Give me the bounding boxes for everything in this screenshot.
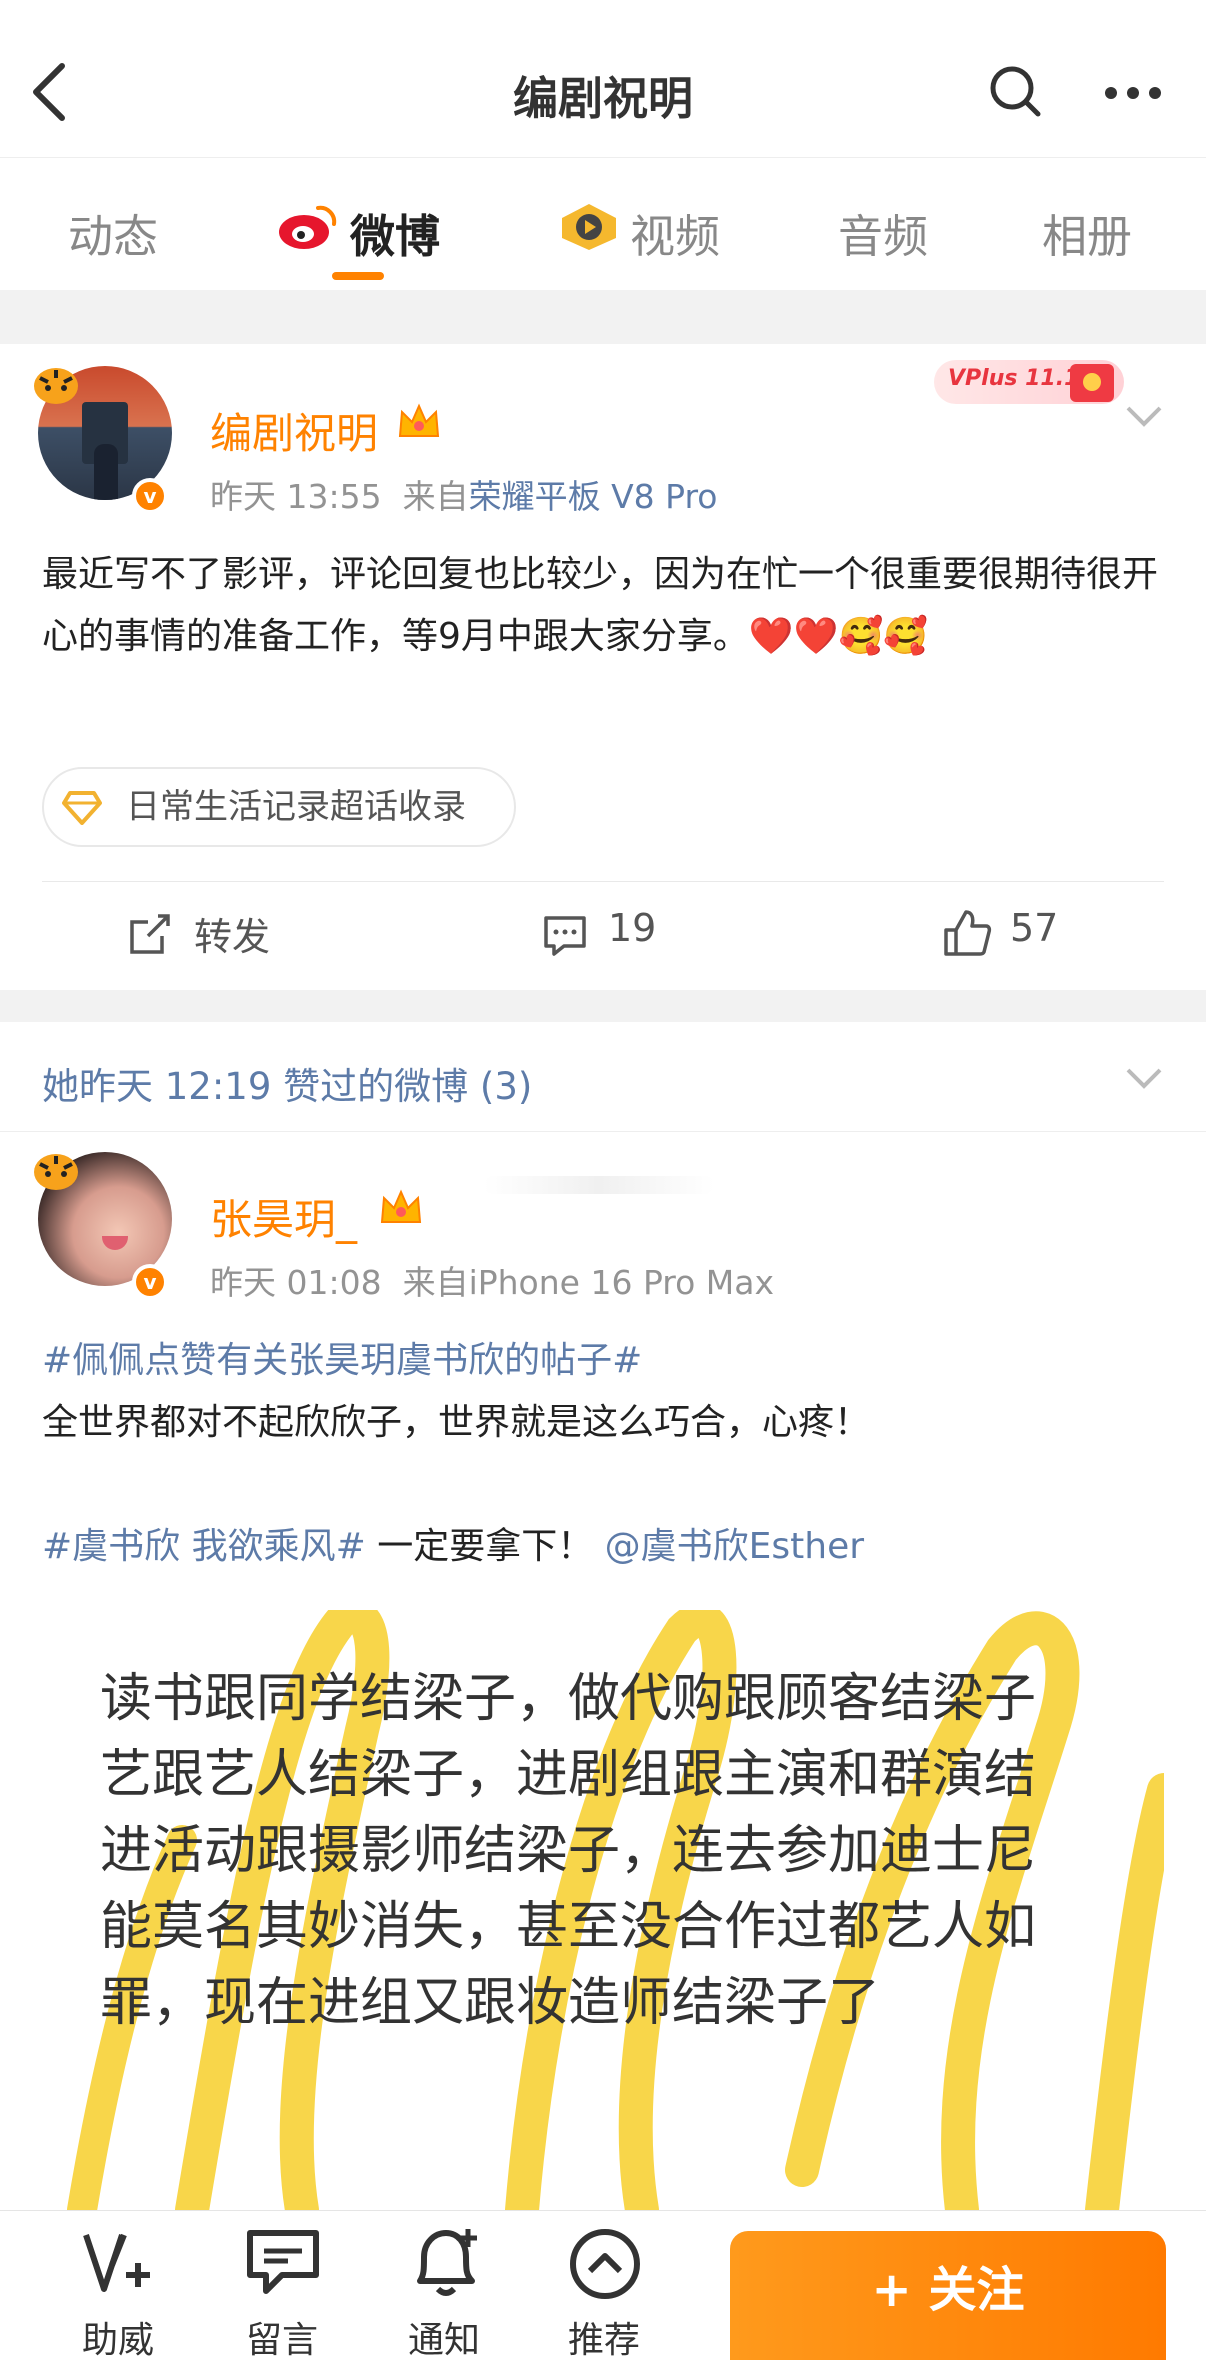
post-text: #佩佩点赞有关张昊玥虞书欣的帖子# 全世界都对不起欣欣子，世界就是这么巧合，心疼… xyxy=(42,1330,1164,1578)
comment-icon xyxy=(544,916,586,956)
tab-album[interactable]: 相册 xyxy=(1042,200,1132,265)
tiger-pendant-icon xyxy=(34,1154,78,1190)
like-button[interactable]: 57 xyxy=(942,904,1102,964)
liked-posts-header[interactable]: 她昨天 12:19 赞过的微博 (3) xyxy=(0,1022,1206,1132)
image-text-line: 进活动跟摄影师结梁子，连去参加迪士尼 xyxy=(100,1821,1037,1881)
repost-icon xyxy=(130,914,170,954)
supertopic-tag[interactable]: 日常生活记录超话收录 xyxy=(42,767,516,847)
video-icon xyxy=(562,204,616,250)
post-text: 最近写不了影评，评论回复也比较少，因为在忙一个很重要很期待很开心的事情的准备工作… xyxy=(42,554,1159,657)
section-gap xyxy=(0,990,1206,1022)
repost-button[interactable]: 转发 xyxy=(128,906,328,966)
crown-icon xyxy=(380,1189,422,1223)
divider xyxy=(42,881,1164,882)
gift-envelope-icon xyxy=(1070,364,1114,402)
image-text-line: 读书跟同学结梁子，做代购跟顾客结梁子 xyxy=(100,1669,1037,1729)
source-prefix: 来自 xyxy=(402,477,469,516)
topic-link[interactable]: #虞书欣 我欲乘风# xyxy=(42,1526,366,1567)
verified-badge-icon: v xyxy=(132,1264,168,1300)
post-line: 一定要拿下！ xyxy=(365,1526,605,1567)
cheer-button[interactable]: 助威 xyxy=(58,2211,178,2361)
username[interactable]: 张昊玥_ xyxy=(210,1186,357,1247)
post-image[interactable]: 读书跟同学结梁子，做代购跟顾客结梁子 艺跟艺人结梁子，进剧组跟主演和群演结 进活… xyxy=(42,1610,1164,2210)
recommend-icon xyxy=(570,2229,640,2299)
diamond-icon xyxy=(62,791,102,825)
cheer-icon xyxy=(83,2233,150,2292)
recommend-button[interactable]: 推荐 xyxy=(544,2211,664,2361)
message-icon xyxy=(247,2230,319,2294)
chevron-down-icon[interactable] xyxy=(1124,1066,1164,1090)
post-meta: 昨天 13:55 来自荣耀平板 V8 Pro xyxy=(210,470,717,518)
mention-link[interactable]: @虞书欣Esther xyxy=(605,1526,864,1567)
verified-badge-icon: v xyxy=(132,478,168,514)
weibo-logo-icon xyxy=(279,205,337,249)
search-icon[interactable] xyxy=(988,64,1042,118)
bottom-bar: 助威 留言 通知 推荐 + 关注 xyxy=(0,2210,1206,2361)
post-line: 全世界都对不起欣欣子，世界就是这么巧合，心疼！ xyxy=(42,1402,871,1443)
post-meta: 昨天 01:08 来自iPhone 16 Pro Max xyxy=(210,1256,774,1304)
image-text-line: 艺跟艺人结梁子，进剧组跟主演和群演结 xyxy=(100,1745,1037,1805)
post-time: 昨天 13:55 xyxy=(210,477,382,516)
notify-button[interactable]: 通知 xyxy=(384,2211,504,2361)
image-text-line: 罪，现在进组又跟妆造师结梁子了 xyxy=(100,1973,881,2033)
image-text-line: 能莫名其妙消失，甚至没合作过都艺人如 xyxy=(100,1897,1037,1957)
tab-audio[interactable]: 音频 xyxy=(838,200,928,265)
post-source[interactable]: 荣耀平板 V8 Pro xyxy=(469,477,718,516)
thumbs-up-icon xyxy=(944,910,992,956)
section-gap xyxy=(0,290,1206,344)
source-prefix: 来自 xyxy=(402,1263,469,1302)
message-button[interactable]: 留言 xyxy=(222,2211,342,2361)
chevron-down-icon[interactable] xyxy=(1124,404,1164,428)
active-tab-indicator xyxy=(332,272,384,280)
crown-icon xyxy=(398,403,440,437)
username[interactable]: 编剧祝明 xyxy=(210,400,378,461)
follow-button[interactable]: + 关注 xyxy=(730,2231,1166,2360)
tab-video[interactable]: 视频 xyxy=(630,200,720,265)
top-bar: 编剧祝明 xyxy=(0,0,1206,158)
profile-tabs: 动态 微博 视频 音频 相册 xyxy=(0,158,1206,290)
tiger-pendant-icon xyxy=(34,368,78,404)
post-time: 昨天 01:08 xyxy=(210,1263,382,1302)
tab-weibo[interactable]: 微博 xyxy=(350,200,440,265)
comment-button[interactable]: 19 xyxy=(542,906,702,966)
bell-icon xyxy=(417,2229,477,2296)
topic-link[interactable]: #佩佩点赞有关张昊玥虞书欣的帖子# xyxy=(42,1330,1164,1392)
tab-dynamic[interactable]: 动态 xyxy=(68,200,158,265)
more-icon[interactable] xyxy=(1104,86,1162,100)
decoration-strip xyxy=(484,1176,714,1194)
post-source[interactable]: iPhone 16 Pro Max xyxy=(469,1263,774,1302)
